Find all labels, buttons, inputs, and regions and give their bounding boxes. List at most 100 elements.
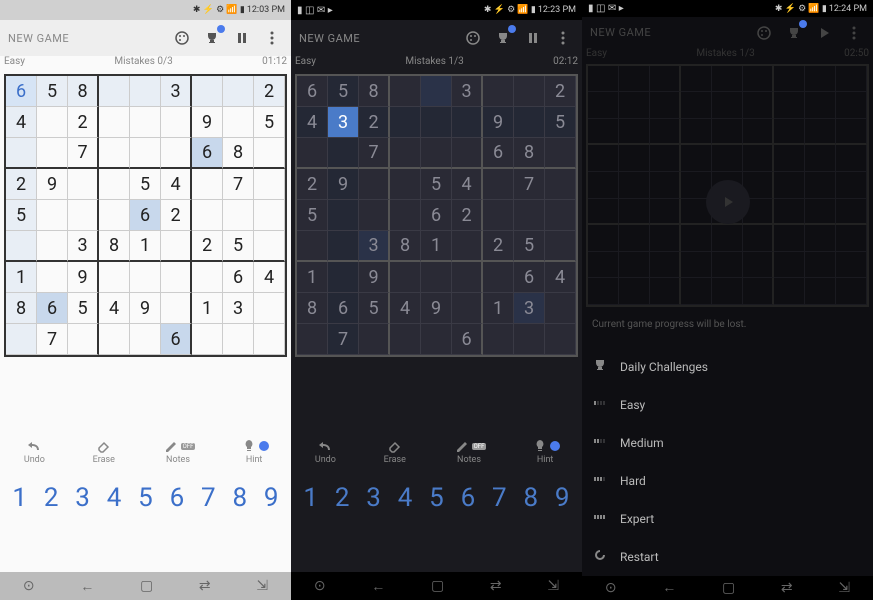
cell-r8c8[interactable]: [254, 324, 285, 355]
num-8[interactable]: 8: [517, 483, 545, 513]
hint-button[interactable]: Hint: [532, 437, 558, 465]
trophy-icon[interactable]: [492, 27, 514, 49]
num-9[interactable]: 9: [257, 483, 285, 513]
cell-r8c8[interactable]: [545, 324, 576, 355]
num-7[interactable]: 7: [485, 483, 513, 513]
cell-r7c8[interactable]: [254, 293, 285, 324]
cell-r2c1[interactable]: [328, 138, 359, 169]
cell-r8c2[interactable]: [359, 324, 390, 355]
num-5[interactable]: 5: [131, 483, 159, 513]
cell-r4c0[interactable]: 5: [297, 200, 328, 231]
cell-r0c1[interactable]: 5: [328, 76, 359, 107]
cell-r6c5[interactable]: [161, 262, 192, 293]
cell-r0c6[interactable]: [483, 76, 514, 107]
cell-r4c5[interactable]: 2: [452, 200, 483, 231]
cell-r8c7[interactable]: [223, 324, 254, 355]
cell-r0c3[interactable]: [99, 76, 130, 107]
cell-r7c1[interactable]: 6: [37, 293, 68, 324]
cell-r0c3[interactable]: [390, 76, 421, 107]
cell-r0c0[interactable]: 6: [6, 76, 37, 107]
cell-r5c0[interactable]: [297, 231, 328, 262]
new-game-button[interactable]: NEW GAME: [590, 26, 651, 39]
pause-icon[interactable]: [522, 27, 544, 49]
resume-button[interactable]: [706, 180, 750, 224]
cell-r4c3[interactable]: [99, 200, 130, 231]
cell-r3c6[interactable]: [192, 169, 223, 200]
cell-r0c5[interactable]: 3: [161, 76, 192, 107]
cell-r7c0[interactable]: 8: [297, 293, 328, 324]
cell-r1c1[interactable]: [37, 107, 68, 138]
nav-1[interactable]: ←: [80, 578, 94, 595]
cell-r4c0[interactable]: 5: [6, 200, 37, 231]
nav-3[interactable]: ⇄: [490, 578, 502, 594]
cell-r4c2[interactable]: [359, 200, 390, 231]
cell-r1c4[interactable]: [130, 107, 161, 138]
cell-r1c1[interactable]: 3: [328, 107, 359, 138]
cell-r3c3[interactable]: [390, 169, 421, 200]
undo-button[interactable]: Undo: [24, 437, 45, 465]
cell-r7c5[interactable]: [452, 293, 483, 324]
more-icon[interactable]: [843, 22, 865, 44]
cell-r6c6[interactable]: [192, 262, 223, 293]
cell-r2c0[interactable]: [297, 138, 328, 169]
cell-r6c4[interactable]: [421, 262, 452, 293]
num-2[interactable]: 2: [37, 483, 65, 513]
cell-r1c3[interactable]: [390, 107, 421, 138]
cell-r3c8[interactable]: [254, 169, 285, 200]
num-2[interactable]: 2: [328, 483, 356, 513]
cell-r7c4[interactable]: 9: [130, 293, 161, 324]
cell-r5c6[interactable]: 2: [483, 231, 514, 262]
cell-r5c2[interactable]: 3: [359, 231, 390, 262]
cell-r7c0[interactable]: 8: [6, 293, 37, 324]
erase-button[interactable]: Erase: [93, 437, 115, 465]
cell-r3c2[interactable]: [359, 169, 390, 200]
menu-item-medium[interactable]: Medium: [592, 424, 863, 462]
cell-r3c0[interactable]: 2: [6, 169, 37, 200]
cell-r0c0[interactable]: 6: [297, 76, 328, 107]
cell-r8c0[interactable]: [6, 324, 37, 355]
nav-4[interactable]: ⇲: [547, 578, 559, 594]
cell-r5c5[interactable]: [452, 231, 483, 262]
erase-button[interactable]: Erase: [384, 437, 406, 465]
cell-r8c6[interactable]: [192, 324, 223, 355]
hint-button[interactable]: Hint: [241, 437, 267, 465]
cell-r0c5[interactable]: 3: [452, 76, 483, 107]
cell-r6c3[interactable]: [390, 262, 421, 293]
cell-r4c6[interactable]: [483, 200, 514, 231]
cell-r1c7[interactable]: [514, 107, 545, 138]
num-9[interactable]: 9: [548, 483, 576, 513]
cell-r6c0[interactable]: 1: [6, 262, 37, 293]
palette-icon[interactable]: [753, 22, 775, 44]
cell-r6c7[interactable]: 6: [223, 262, 254, 293]
cell-r4c2[interactable]: [68, 200, 99, 231]
cell-r5c6[interactable]: 2: [192, 231, 223, 262]
cell-r1c3[interactable]: [99, 107, 130, 138]
cell-r3c3[interactable]: [99, 169, 130, 200]
cell-r0c2[interactable]: 8: [68, 76, 99, 107]
cell-r7c4[interactable]: 9: [421, 293, 452, 324]
num-4[interactable]: 4: [100, 483, 128, 513]
menu-item-hard[interactable]: Hard: [592, 462, 863, 500]
num-7[interactable]: 7: [194, 483, 222, 513]
cell-r1c0[interactable]: 4: [297, 107, 328, 138]
cell-r2c6[interactable]: 6: [192, 138, 223, 169]
num-4[interactable]: 4: [391, 483, 419, 513]
cell-r6c6[interactable]: [483, 262, 514, 293]
cell-r6c0[interactable]: 1: [297, 262, 328, 293]
cell-r0c7[interactable]: [223, 76, 254, 107]
cell-r2c3[interactable]: [390, 138, 421, 169]
cell-r1c8[interactable]: 5: [254, 107, 285, 138]
cell-r6c1[interactable]: [328, 262, 359, 293]
menu-item-easy[interactable]: Easy: [592, 386, 863, 424]
cell-r4c5[interactable]: 2: [161, 200, 192, 231]
num-1[interactable]: 1: [297, 483, 325, 513]
cell-r0c2[interactable]: 8: [359, 76, 390, 107]
cell-r5c7[interactable]: 5: [514, 231, 545, 262]
num-3[interactable]: 3: [69, 483, 97, 513]
cell-r7c7[interactable]: 3: [223, 293, 254, 324]
cell-r2c5[interactable]: [452, 138, 483, 169]
more-icon[interactable]: [261, 27, 283, 49]
cell-r5c1[interactable]: [328, 231, 359, 262]
cell-r8c7[interactable]: [514, 324, 545, 355]
cell-r5c1[interactable]: [37, 231, 68, 262]
